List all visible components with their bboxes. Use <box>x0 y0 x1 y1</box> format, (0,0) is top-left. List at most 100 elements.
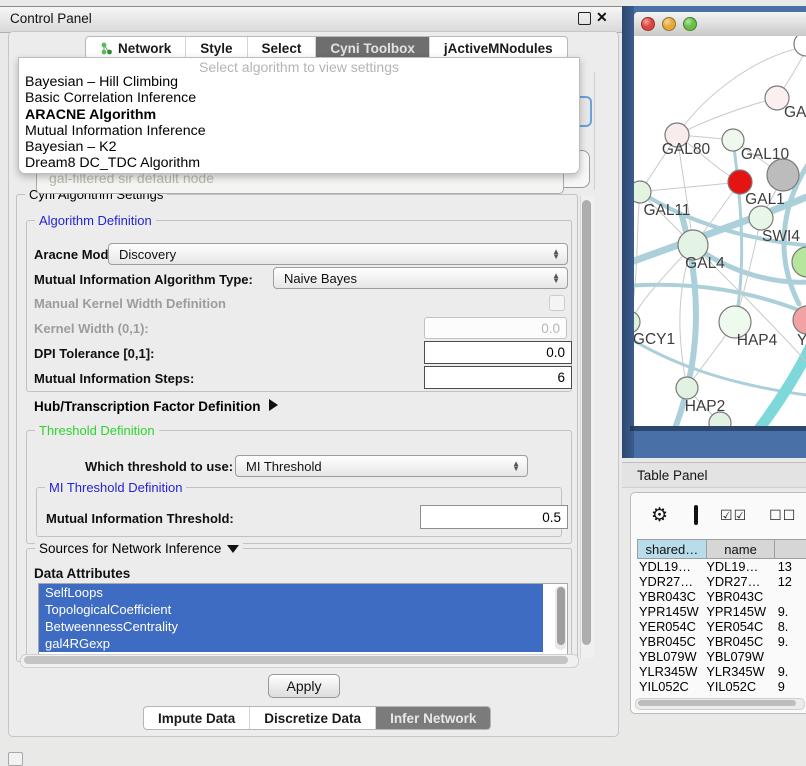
tab-impute-data[interactable]: Impute Data <box>144 707 250 729</box>
expand-right-icon <box>269 399 278 411</box>
table-cell: YBL079W <box>637 649 704 664</box>
network-canvas[interactable]: GALGAL80GAL10GAL1GAL11SWI4GAL4GCY1HAP4YH… <box>634 36 806 426</box>
table-row[interactable]: YPR145WYPR145W9. <box>637 604 806 619</box>
network-node-hap2[interactable] <box>676 377 698 399</box>
column-header-shared[interactable]: shared… <box>637 539 707 559</box>
sources-group-title[interactable]: Sources for Network Inference <box>35 541 243 556</box>
algorithm-dropdown-popup: Select algorithm to view settings Bayesi… <box>18 57 580 174</box>
table-row[interactable]: YLR345WYLR345W9. <box>637 664 806 679</box>
node-label: GAL4 <box>685 255 725 272</box>
attribute-item[interactable]: TopologicalCoefficient <box>39 601 543 618</box>
hub-definition-expander[interactable]: Hub/Transcription Factor Definition <box>34 399 278 414</box>
mi-steps-field[interactable]: 6 <box>424 366 572 389</box>
table-cell: 13 <box>772 559 806 574</box>
tab-label: Select <box>262 41 302 56</box>
table-cell: YDR27… <box>704 574 771 589</box>
minimize-traffic-icon[interactable] <box>662 17 676 31</box>
algorithm-option[interactable]: Dream8 DC_TDC Algorithm <box>19 155 579 171</box>
table-hscrollbar-track[interactable] <box>635 698 805 710</box>
network-node-swi4[interactable] <box>749 206 773 230</box>
data-attributes-list[interactable]: SelfLoopsTopologicalCoefficientBetweenne… <box>38 583 568 655</box>
manual-kernel-checkbox[interactable] <box>549 295 565 311</box>
tab-jactivemnodules[interactable]: jActiveMNodules <box>430 37 567 59</box>
table-cell: YIL052C <box>704 679 771 694</box>
table-cell: YDL19… <box>704 559 771 574</box>
aracne-mode-combo[interactable]: Discovery ▲▼ <box>108 243 568 265</box>
tab-network[interactable]: Network <box>86 37 186 59</box>
mi-steps-label: Mutual Information Steps: <box>34 371 194 386</box>
network-node[interactable] <box>794 36 806 56</box>
checked-pair-icon[interactable]: ☑☑ <box>720 507 747 524</box>
tab-label: jActiveMNodules <box>444 41 553 56</box>
kernel-width-field[interactable]: 0.0 <box>424 317 567 339</box>
attribute-item[interactable]: BetweennessCentrality <box>39 618 543 635</box>
network-node[interactable] <box>767 159 799 191</box>
mi-algorithm-combo[interactable]: Naive Bayes ▲▼ <box>273 267 568 289</box>
table-hscrollbar-thumb[interactable] <box>638 700 796 706</box>
close-traffic-icon[interactable] <box>641 17 655 31</box>
which-threshold-combo[interactable]: MI Threshold ▲▼ <box>235 455 528 477</box>
algorithm-option[interactable]: Basic Correlation Inference <box>19 90 579 106</box>
close-icon[interactable]: ✕ <box>596 9 608 26</box>
attribute-item[interactable]: gal4RGexp <box>39 635 543 652</box>
tab-discretize-data[interactable]: Discretize Data <box>250 707 376 729</box>
dock-panel-icon[interactable] <box>8 752 23 766</box>
apply-button[interactable]: Apply <box>268 674 340 698</box>
table-cell: YBR043C <box>637 589 704 604</box>
table-cell: YPR145W <box>704 604 771 619</box>
network-node[interactable] <box>792 247 806 277</box>
network-edge[interactable] <box>752 336 806 426</box>
network-window-titlebar[interactable] <box>634 12 806 37</box>
table-row[interactable]: YBL079WYBL079W <box>637 649 806 664</box>
table-cell: YLR345W <box>637 664 704 679</box>
node-table: shared…name YDL19…YDL19…13YDR27…YDR27…12… <box>637 539 806 694</box>
network-edge[interactable] <box>640 182 740 192</box>
data-attributes-label: Data Attributes <box>34 566 130 581</box>
table-row[interactable]: YIL052CYIL052C9 <box>637 679 806 694</box>
attribute-item[interactable]: SelfLoops <box>39 584 543 601</box>
node-label: GAL <box>784 104 806 121</box>
table-cell: YLR345W <box>704 664 771 679</box>
table-cell: YBL079W <box>704 649 771 664</box>
which-threshold-label: Which threshold to use: <box>85 459 233 474</box>
tab-cyni-toolbox[interactable]: Cyni Toolbox <box>316 37 430 59</box>
algorithm-option[interactable]: Bayesian – K2 <box>19 139 579 155</box>
network-node-gcy1[interactable] <box>634 311 640 333</box>
algorithm-option[interactable]: ARACNE Algorithm <box>19 107 579 123</box>
threshold-definition-title: Threshold Definition <box>35 423 159 438</box>
table-cell: 9. <box>772 664 806 679</box>
horizontal-scrollbar-thumb[interactable] <box>24 656 568 664</box>
gear-icon[interactable]: ⚙ <box>651 504 668 527</box>
mi-threshold-group-title: MI Threshold Definition <box>45 480 186 495</box>
table-row[interactable]: YDR27…YDR27…12 <box>637 574 806 589</box>
stepper-arrows-icon: ▲▼ <box>552 273 560 283</box>
control-panel-title: Control Panel <box>10 11 92 26</box>
tab-label: Network <box>118 41 171 56</box>
algorithm-definition-title: Algorithm Definition <box>35 213 156 228</box>
dpi-tolerance-field[interactable]: 0.0 <box>424 341 572 364</box>
zoom-traffic-icon[interactable] <box>683 17 697 31</box>
list-scrollbar-thumb[interactable] <box>557 587 565 645</box>
table-row[interactable]: YDL19…YDL19…13 <box>637 559 806 574</box>
table-row[interactable]: YBR045CYBR045C9. <box>637 634 806 649</box>
float-window-icon[interactable] <box>578 12 591 25</box>
algorithm-option[interactable]: Bayesian – Hill Climbing <box>19 74 579 90</box>
mi-threshold-field[interactable]: 0.5 <box>420 505 568 529</box>
column-header[interactable] <box>775 539 806 559</box>
which-threshold-value: MI Threshold <box>246 459 512 474</box>
network-node-gal11[interactable] <box>634 181 651 203</box>
unchecked-pair-icon[interactable]: ☐☐ <box>769 507 796 524</box>
algorithm-option[interactable]: Mutual Information Inference <box>19 123 579 139</box>
network-edge[interactable] <box>634 285 806 316</box>
table-row[interactable]: YBR043CYBR043C <box>637 589 806 604</box>
columns-icon[interactable] <box>694 505 698 525</box>
table-row[interactable]: YER054CYER054C8. <box>637 619 806 634</box>
tab-infer-network[interactable]: Infer Network <box>376 707 490 729</box>
table-cell <box>772 589 806 604</box>
tab-label: Style <box>200 41 232 56</box>
tab-select[interactable]: Select <box>248 37 317 59</box>
column-header-name[interactable]: name <box>707 539 776 559</box>
settings-scrollbar-thumb[interactable] <box>582 200 591 645</box>
node-label: GCY1 <box>634 331 675 348</box>
tab-style[interactable]: Style <box>186 37 247 59</box>
